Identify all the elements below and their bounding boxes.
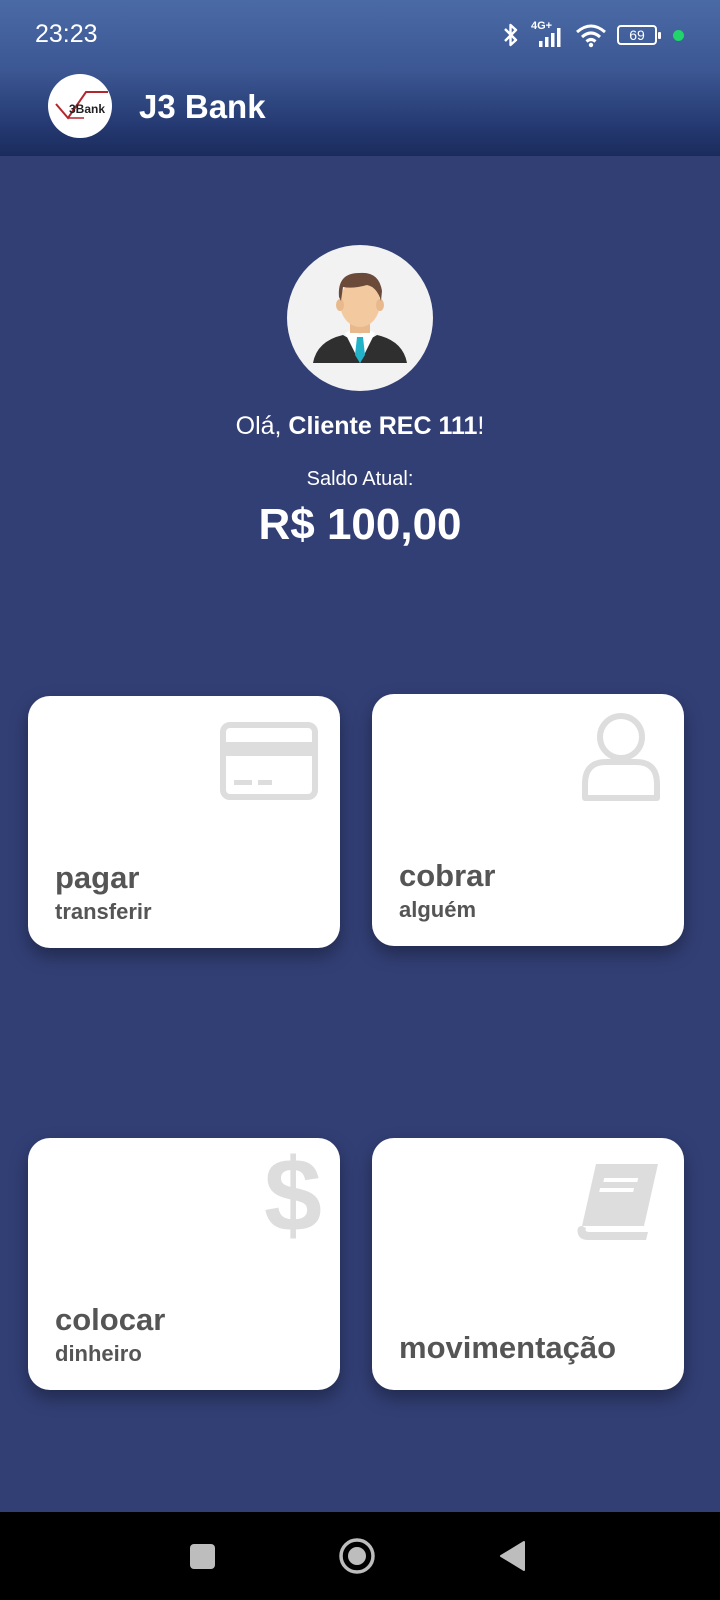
circle-icon [339, 1538, 375, 1574]
add-money-card[interactable]: $ colocar dinheiro [28, 1138, 340, 1390]
status-time: 23:23 [35, 20, 98, 48]
back-button[interactable] [490, 1534, 534, 1578]
battery-level: 69 [629, 27, 645, 43]
back-triangle-icon [500, 1541, 525, 1571]
card-title-transactions: movimentação [399, 1330, 617, 1365]
transactions-card[interactable]: movimentação [372, 1138, 684, 1390]
card-title-pay: pagar [55, 860, 140, 895]
card-subtitle-transfer: transferir [55, 899, 152, 924]
greeting-text: Olá, Cliente REC 111! [0, 412, 720, 441]
balance-amount: R$ 100,00 [258, 500, 462, 549]
home-button[interactable] [335, 1534, 379, 1578]
square-icon [189, 1543, 215, 1569]
greeting-suffix: ! [477, 412, 485, 440]
charge-someone-card[interactable]: cobrar alguém [372, 694, 684, 946]
recents-button[interactable] [180, 1534, 224, 1578]
bank-logo[interactable]: 3Bank [48, 74, 112, 138]
signal-icon: 4G+ [531, 20, 565, 48]
logo-text: 3Bank [68, 102, 106, 116]
dollar-icon: $ [264, 1138, 322, 1254]
system-nav-bar [0, 1512, 720, 1600]
card-title-charge: cobrar [399, 858, 496, 893]
app-bar: 3Bank J3 Bank [0, 70, 720, 156]
profile-avatar[interactable] [287, 245, 433, 391]
customer-name: Cliente REC 111 [288, 412, 478, 440]
user-avatar-illustration [313, 272, 407, 363]
wifi-icon [576, 24, 606, 48]
balance-label: Saldo Atual: [306, 468, 414, 490]
pay-transfer-card[interactable]: pagar transferir [28, 696, 340, 948]
user-icon [582, 713, 660, 801]
top-bar: 23:23 4G+ 69 3Bank J3 Bank [0, 0, 720, 156]
card-subtitle-money: dinheiro [55, 1341, 142, 1366]
battery-icon: 69 [617, 25, 661, 45]
status-icons: 4G+ 69 [501, 20, 684, 50]
privacy-indicator-dot [673, 29, 684, 41]
card-title-add: colocar [55, 1302, 166, 1337]
bluetooth-icon [504, 23, 518, 47]
credit-card-icon [220, 722, 318, 800]
card-subtitle-someone: alguém [399, 897, 477, 922]
app-title: J3 Bank [139, 88, 266, 125]
book-icon [577, 1164, 658, 1240]
greeting-prefix: Olá, [235, 412, 289, 440]
status-bar: 23:23 4G+ 69 [0, 0, 720, 70]
